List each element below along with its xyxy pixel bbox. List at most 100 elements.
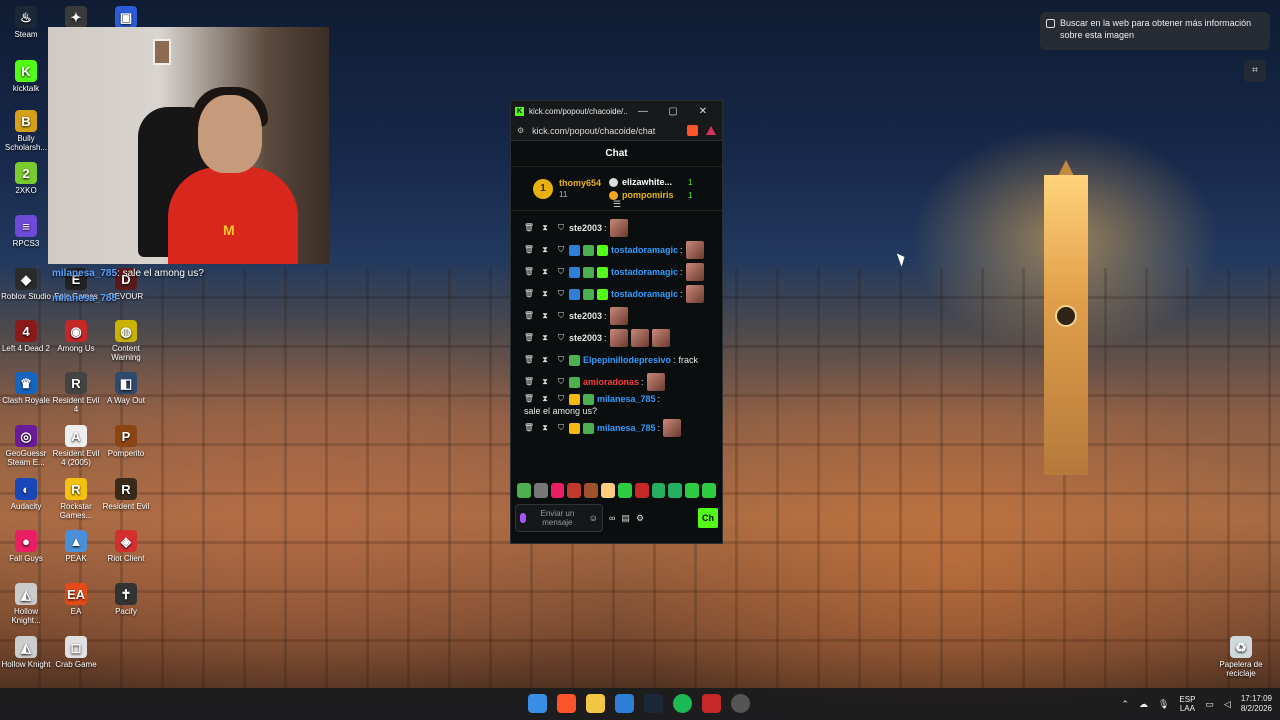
timeout-icon[interactable]: ⧗ (537, 332, 553, 344)
desktop-icon[interactable]: ≡ RPCS3 (0, 215, 52, 248)
trash-icon[interactable]: 🗑 (521, 376, 537, 388)
recorder-icon[interactable] (702, 694, 721, 713)
quick-emote[interactable] (517, 482, 531, 498)
ban-icon[interactable]: ⛉ (553, 244, 569, 256)
chat-username[interactable]: milanesa_785 (597, 422, 656, 434)
desktop-icon[interactable]: ♻ Papelera de reciclaje (1215, 636, 1267, 678)
chat-message[interactable]: 🗑 ⧗ ⛉ Elpepinillodepresivo: frack (521, 349, 712, 371)
trash-icon[interactable]: 🗑 (521, 422, 537, 434)
quick-emote[interactable] (685, 482, 700, 498)
desktop-icon[interactable]: ● Fall Guys (0, 530, 52, 563)
chat-username[interactable]: milanesa_785 (597, 393, 656, 405)
quick-emote[interactable] (601, 482, 615, 498)
desktop-icon[interactable]: P Pomperito (100, 425, 152, 458)
lens-scan-icon[interactable]: ⌗ (1244, 60, 1266, 82)
leaderboard-row[interactable]: pompomiris 1 (609, 190, 692, 200)
quick-emote[interactable] (567, 482, 582, 498)
timeout-icon[interactable]: ⧗ (537, 354, 553, 366)
desktop-icon[interactable]: R Rockstar Games... (50, 478, 102, 520)
desktop-icon[interactable]: B Bully Scholarsh... (0, 110, 52, 152)
expand-pinned-icon[interactable]: ☰ (613, 199, 621, 210)
desktop-icon[interactable]: Kkicktalk (0, 60, 52, 93)
quick-emote[interactable] (634, 482, 649, 498)
points-icon[interactable]: ∞ (609, 513, 615, 523)
file-explorer-icon[interactable] (586, 694, 605, 713)
chat-message[interactable]: 🗑 ⧗ ⛉ ste2003: (521, 217, 712, 239)
emoji-icon[interactable]: ☺ (589, 513, 598, 523)
chat-username[interactable]: ste2003 (569, 222, 602, 234)
timeout-icon[interactable]: ⧗ (537, 244, 553, 256)
desktop-icon[interactable]: ◉ Among Us (50, 320, 102, 353)
ban-icon[interactable]: ⛉ (553, 354, 569, 366)
desktop-icon[interactable]: ♛ Clash Royale (0, 372, 52, 405)
maximize-button[interactable]: ▢ (658, 106, 688, 117)
chevron-up-icon[interactable]: ⌃ (1121, 699, 1129, 710)
network-icon[interactable]: ▭ (1205, 699, 1214, 710)
brave-shields-icon[interactable] (687, 125, 698, 136)
quick-emote[interactable] (533, 482, 548, 498)
brave-rewards-icon[interactable] (706, 126, 716, 135)
steam-icon[interactable] (644, 694, 663, 713)
quick-emote[interactable] (617, 482, 632, 498)
trash-icon[interactable]: 🗑 (521, 393, 537, 405)
brave-icon[interactable] (557, 694, 576, 713)
desktop-icon[interactable]: ◭ Hollow Knight... (0, 583, 52, 625)
leaderboard-row[interactable]: elizawhite... 1 (609, 177, 692, 187)
timeout-icon[interactable]: ⧗ (537, 288, 553, 300)
timeout-icon[interactable]: ⧗ (537, 266, 553, 278)
desktop-icon[interactable]: ◭ Hollow Knight (0, 636, 52, 669)
chat-message[interactable]: 🗑 ⧗ ⛉ tostadoramagic: (521, 283, 712, 305)
settings-gear-icon[interactable]: ⚙ (636, 513, 644, 524)
volume-icon[interactable]: ◁ (1224, 699, 1231, 710)
desktop-icon[interactable]: R Resident Evil (100, 478, 152, 511)
send-button[interactable]: Ch (698, 508, 718, 528)
trash-icon[interactable]: 🗑 (521, 266, 537, 278)
chat-username[interactable]: tostadoramagic (611, 266, 678, 278)
url-text[interactable]: kick.com/popout/chacoide/chat (532, 126, 683, 136)
timeout-icon[interactable]: ⧗ (537, 422, 553, 434)
chat-message[interactable]: 🗑 ⧗ ⛉ milanesa_785: (521, 417, 712, 439)
trash-icon[interactable]: 🗑 (521, 354, 537, 366)
language-indicator[interactable]: ESP LAA (1179, 695, 1195, 713)
trash-icon[interactable]: 🗑 (521, 222, 537, 234)
desktop-icon[interactable]: 4 Left 4 Dead 2 (0, 320, 52, 353)
spotify-icon[interactable] (673, 694, 692, 713)
chat-message[interactable]: 🗑 ⧗ ⛉ tostadoramagic: (521, 261, 712, 283)
window-titlebar[interactable]: K kick.com/popout/chacoide/... — ▢ ✕ (511, 101, 722, 121)
quick-emote[interactable] (584, 482, 599, 498)
desktop-icon[interactable]: EA EA (50, 583, 102, 616)
ban-icon[interactable]: ⛉ (553, 332, 569, 344)
close-button[interactable]: ✕ (688, 106, 718, 117)
trash-icon[interactable]: 🗑 (521, 332, 537, 344)
chat-username[interactable]: amioradonas (583, 376, 639, 388)
chat-username[interactable]: Elpepinillodepresivo (583, 354, 671, 366)
chat-message[interactable]: 🗑 ⧗ ⛉ tostadoramagic: (521, 239, 712, 261)
desktop-icon[interactable]: ◈ Riot Client (100, 530, 152, 563)
timeout-icon[interactable]: ⧗ (537, 310, 553, 322)
trash-icon[interactable]: 🗑 (521, 310, 537, 322)
desktop-icon[interactable]: ▲ PEAK (50, 530, 102, 563)
google-lens-tip[interactable]: Buscar en la web para obtener más inform… (1040, 12, 1270, 50)
chat-message[interactable]: 🗑 ⧗ ⛉ ste2003: (521, 305, 712, 327)
timeout-icon[interactable]: ⧗ (537, 393, 553, 405)
desktop-icon[interactable]: ✝ Pacify (100, 583, 152, 616)
chat-username[interactable]: tostadoramagic (611, 244, 678, 256)
ban-icon[interactable]: ⛉ (553, 376, 569, 388)
mic-icon[interactable] (520, 513, 526, 523)
desktop-icon[interactable]: 2 2XKO (0, 162, 52, 195)
desktop-icon[interactable]: R Resident Evil 4 (50, 372, 102, 414)
site-settings-icon[interactable]: ⚙ (517, 126, 524, 135)
clock[interactable]: 17:17:09 8/2/2026 (1241, 694, 1272, 714)
ban-icon[interactable]: ⛉ (553, 288, 569, 300)
timeout-icon[interactable]: ⧗ (537, 222, 553, 234)
ban-icon[interactable]: ⛉ (553, 393, 569, 405)
chat-input[interactable]: Enviar un mensaje ☺ (515, 504, 603, 532)
store-icon[interactable]: ▤ (621, 513, 630, 524)
bluetooth-icon[interactable] (615, 694, 634, 713)
timeout-icon[interactable]: ⧗ (537, 376, 553, 388)
chat-username[interactable]: ste2003 (569, 332, 602, 344)
start-icon[interactable] (528, 694, 547, 713)
quick-emote[interactable] (668, 482, 683, 498)
desktop-icon[interactable]: ◎ GeoGuessr Steam E... (0, 425, 52, 467)
address-bar[interactable]: ⚙ kick.com/popout/chacoide/chat (511, 121, 722, 141)
